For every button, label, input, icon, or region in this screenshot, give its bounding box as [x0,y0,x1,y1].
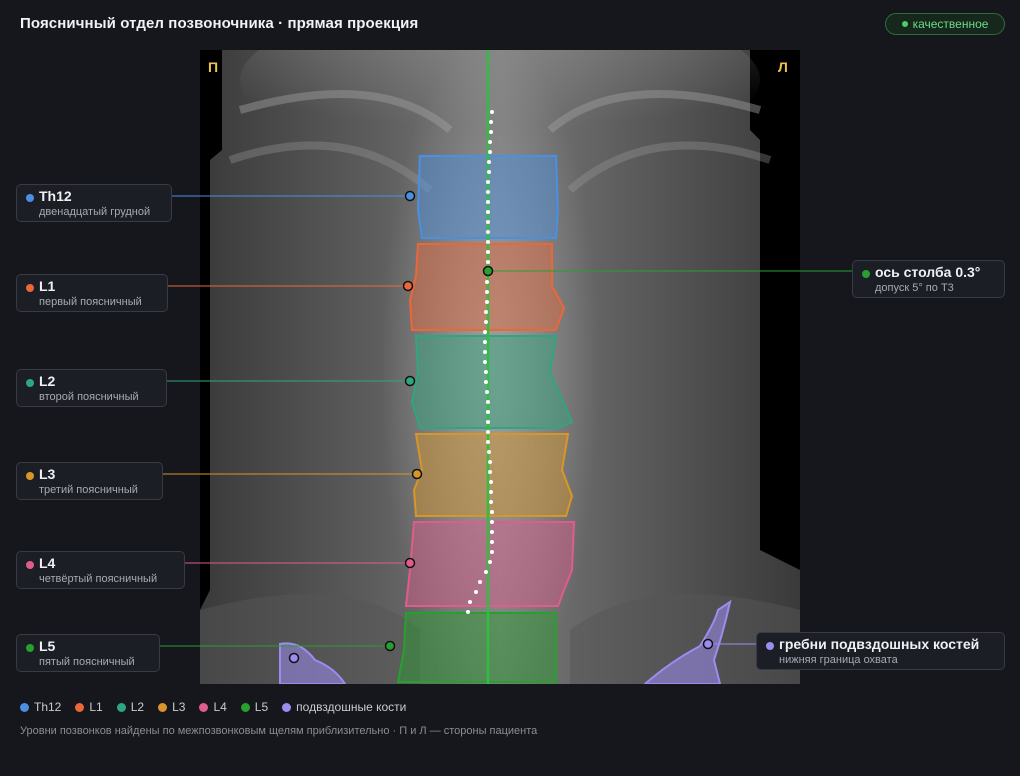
legend-dot-icon [75,702,85,712]
anchor-axis[interactable] [482,265,494,277]
l1-dot-icon [26,284,34,292]
th12-dot-icon [26,194,34,202]
iliac-title: гребни подвздошных костей [779,636,980,652]
callout-l2-desc: второй поясничный [39,391,139,403]
callout-l4-title: L4 [39,555,56,571]
l3-dot-icon [26,472,34,480]
callout-l1-desc: первый поясничный [39,296,142,308]
anchor-l2[interactable] [404,375,416,387]
callout-l5-desc: пятый поясничный [39,656,135,668]
axis-dot-icon [862,270,870,278]
legend-item-l4[interactable]: L4 [199,700,227,714]
anchor-l4[interactable] [404,557,416,569]
axis-angle: ось столба 0.3° [875,264,981,280]
l5-dot-icon [26,644,34,652]
l4-dot-icon [26,561,34,569]
callout-th12[interactable]: Th12 двенадцатый грудной [16,184,172,222]
callout-l2[interactable]: L2 второй поясничный [16,369,167,407]
legend-label: L4 [213,700,227,714]
callout-column-axis[interactable]: ось столба 0.3° допуск 5° по Т3 [852,260,1005,298]
callout-l4[interactable]: L4 четвёртый поясничный [16,551,185,589]
legend-label: Th12 [34,700,62,714]
legend-item-l5[interactable]: L5 [240,700,269,714]
legend-item-iliac[interactable]: подвздошные кости [282,700,406,714]
legend-label: L5 [254,700,269,714]
callout-l1[interactable]: L1 первый поясничный [16,274,168,312]
legend-label: подвздошные кости [296,700,407,714]
legend-item-l2[interactable]: L2 [116,700,145,714]
legend-label: L1 [89,700,103,714]
callout-th12-title: Th12 [39,188,72,204]
legend-label: L3 [172,700,186,714]
callout-l5[interactable]: L5 пятый поясничный [16,634,160,672]
anchor-iliac-left[interactable] [702,638,714,650]
anchor-th12[interactable] [404,190,416,202]
l2-dot-icon [26,379,34,387]
legend: Th12 L1 L2 L3 L4 L5 подвздошные кости [20,700,406,714]
callout-l3-desc: третий поясничный [39,484,138,496]
axis-tolerance: допуск 5° по Т3 [875,282,954,294]
callout-l4-desc: четвёртый поясничный [39,573,158,585]
callout-l2-title: L2 [39,373,56,389]
legend-dot-icon [158,702,168,712]
legend-item-th12[interactable]: Th12 [20,700,61,714]
iliac-sub: нижняя граница охвата [779,654,898,666]
anchor-l3[interactable] [411,468,423,480]
legend-dot-icon [116,702,126,712]
anchor-l1[interactable] [402,280,414,292]
callout-th12-desc: двенадцатый грудной [39,206,151,218]
footnote: Уровни позвонков найдены по межпозвонков… [20,725,538,737]
legend-item-l3[interactable]: L3 [158,700,185,714]
legend-item-l1[interactable]: L1 [75,700,103,714]
legend-dot-icon [282,702,292,712]
legend-label: L2 [130,700,145,714]
anchor-iliac-right[interactable] [288,652,300,664]
anchor-l5[interactable] [384,640,396,652]
legend-dot-icon [199,702,209,712]
callout-l3-title: L3 [39,466,56,482]
callout-l3[interactable]: L3 третий поясничный [16,462,163,500]
callout-l5-title: L5 [39,638,56,654]
callout-l1-title: L1 [39,278,56,294]
iliac-dot-icon [766,642,774,650]
legend-dot-icon [240,702,250,712]
legend-dot-icon [20,702,29,712]
callout-iliac-crests[interactable]: гребни подвздошных костей нижняя граница… [756,632,1005,670]
